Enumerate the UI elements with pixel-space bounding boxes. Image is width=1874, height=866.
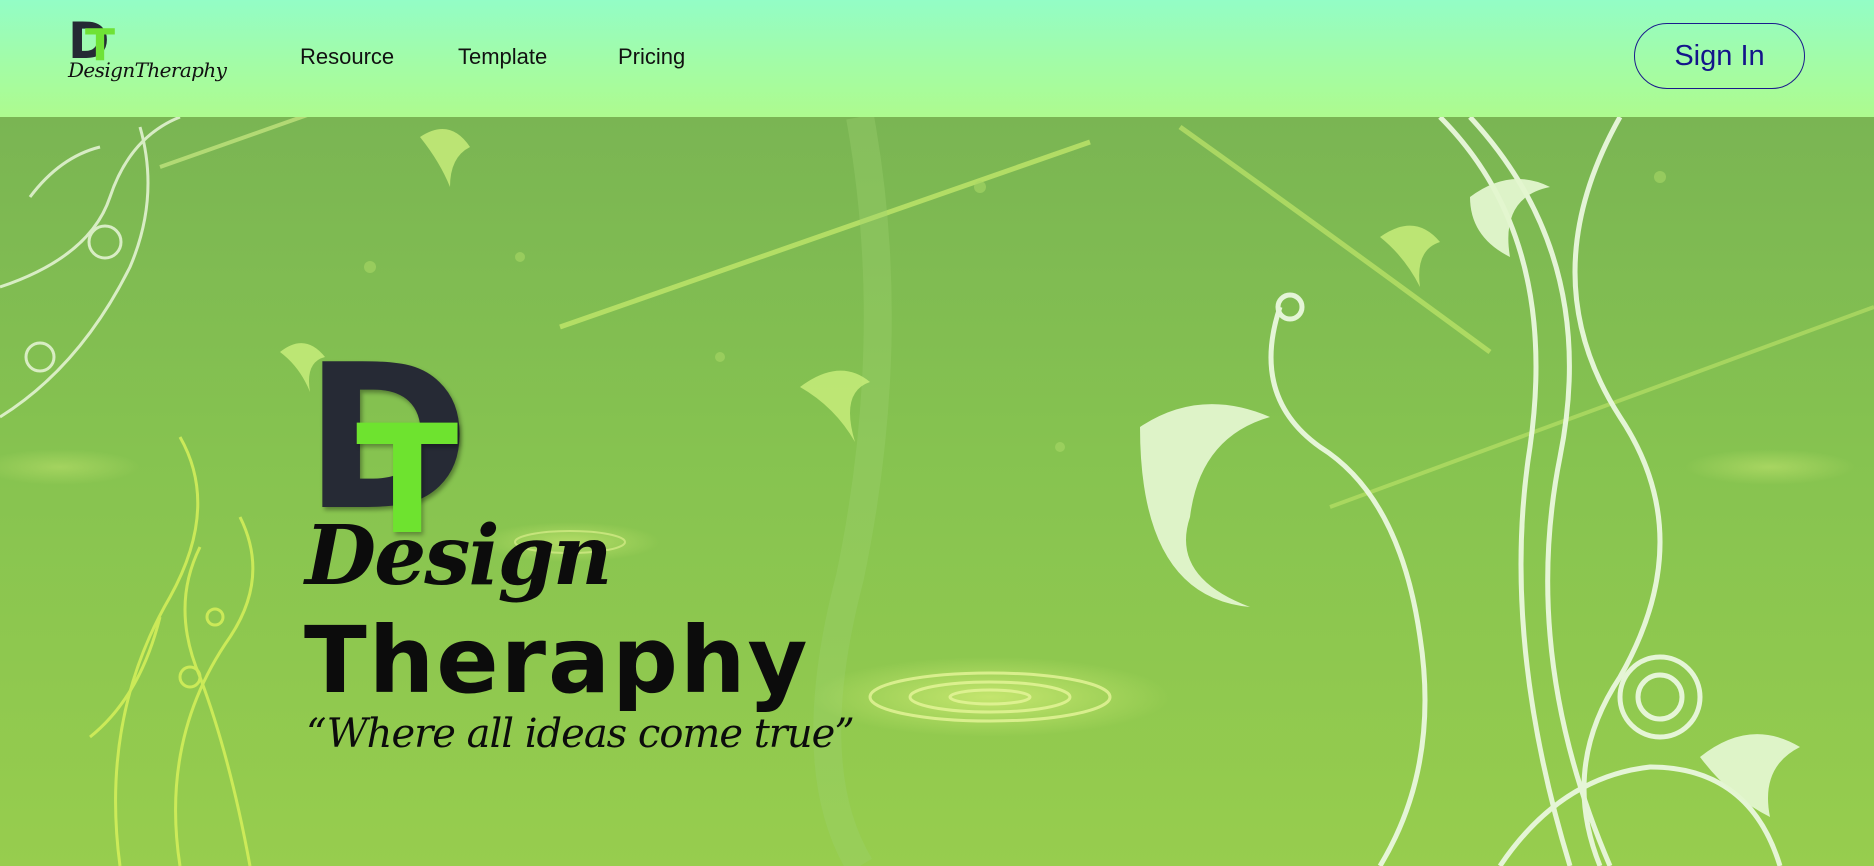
nav-link-pricing[interactable]: Pricing bbox=[618, 44, 685, 70]
hero-tagline: “Where all ideas come true” bbox=[306, 711, 855, 757]
nav-link-resource[interactable]: Resource bbox=[300, 44, 394, 70]
hero-title-theraphy: Theraphy bbox=[304, 607, 810, 714]
nav-link-template[interactable]: Template bbox=[458, 44, 547, 70]
sign-in-button[interactable]: Sign In bbox=[1634, 23, 1805, 89]
site-logo[interactable]: D T DesignTheraphy bbox=[68, 16, 227, 86]
top-navigation-bar: D T DesignTheraphy Resource Template Pri… bbox=[0, 0, 1874, 117]
hero-title-design: Design bbox=[305, 508, 613, 604]
floral-swirl-decoration-icon bbox=[0, 117, 1874, 866]
hero-banner: D T Design Theraphy “Where all ideas com… bbox=[0, 117, 1874, 866]
logo-wordmark: DesignTheraphy bbox=[68, 58, 227, 82]
